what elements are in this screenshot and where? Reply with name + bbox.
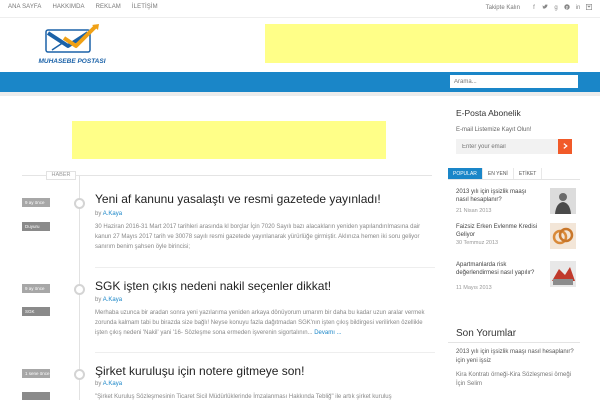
- recent-comment-item[interactable]: 2013 yılı için işsizlik maaşı nasıl hesa…: [456, 348, 576, 365]
- google-plus-icon[interactable]: g: [553, 5, 559, 11]
- byline-prefix: by: [95, 381, 102, 387]
- twitter-icon[interactable]: [542, 4, 548, 12]
- timeline-dot: [74, 198, 85, 209]
- rss-icon[interactable]: [586, 4, 592, 12]
- popular-post-date: 30 Temmuz 2013: [456, 240, 499, 246]
- post-excerpt-text: Merhaba uzunca bir aradan sonra yeni yaz…: [95, 310, 425, 336]
- post-title[interactable]: Yeni af kanunu yasalaştı ve resmi gazete…: [95, 192, 381, 206]
- post-byline: by A.Kaya: [95, 211, 122, 217]
- follow-label: Takipte Kalın: [485, 5, 520, 11]
- facebook-icon[interactable]: f: [531, 5, 537, 11]
- popular-post-item[interactable]: 2013 yılı için işsizlik maaşı nasıl hesa…: [456, 188, 580, 222]
- timeline-divider: [22, 175, 432, 176]
- byline-prefix: by: [95, 297, 102, 303]
- recent-comments-divider: [448, 342, 580, 343]
- post-excerpt: Merhaba uzunca bir aradan sonra yeni yaz…: [95, 308, 435, 338]
- header-ad-banner[interactable]: [265, 24, 578, 63]
- popular-post-title[interactable]: 2013 yılı için işsizlik maaşı nasıl hesa…: [456, 188, 540, 204]
- tab-popular[interactable]: POPULAR: [448, 168, 483, 179]
- post-excerpt: "Şirket Kuruluş Sözleşmesinin Ticaret Si…: [95, 394, 392, 400]
- post-age-badge: 9 ay önce: [22, 198, 50, 207]
- popular-post-title[interactable]: Faizsiz Erken Evlenme Kredisi Geliyor: [456, 223, 540, 239]
- search-input[interactable]: [450, 75, 578, 88]
- popular-post-date: 21 Nisan 2013: [456, 208, 492, 214]
- tab-newest[interactable]: EN YENİ: [483, 168, 514, 179]
- email-widget-description: E-mail Listemize Kayıt Olun!: [456, 127, 532, 133]
- tab-tags[interactable]: ETİKET: [514, 168, 543, 179]
- arrow-right-icon: [563, 143, 568, 149]
- post-title[interactable]: SGK işten çıkış nedeni nakil seçenler di…: [95, 279, 331, 293]
- content-ad-banner[interactable]: [72, 121, 386, 159]
- sidebar-tabs: POPULAR EN YENİ ETİKET: [448, 168, 580, 180]
- recent-comments-title: Son Yorumlar: [456, 328, 517, 339]
- site-logo[interactable]: MUHASEBE POSTASI: [22, 24, 122, 66]
- timeline-label: HABER: [46, 171, 76, 180]
- post-category-badge[interactable]: Duyuru: [22, 222, 50, 231]
- linkedin-icon[interactable]: in: [575, 5, 581, 11]
- popular-post-item[interactable]: Apartmanlarda risk değerlendirmesi nasıl…: [456, 261, 580, 295]
- post-author-link[interactable]: A.Kaya: [103, 297, 122, 303]
- logo-text: MUHASEBE POSTASI: [38, 58, 106, 65]
- post-category-badge[interactable]: SGK: [22, 307, 50, 316]
- post-separator: [95, 267, 435, 268]
- popular-post-title[interactable]: Apartmanlarda risk değerlendirmesi nasıl…: [456, 261, 540, 277]
- post-excerpt: 30 Haziran 2016-31 Mart 2017 tarihleri a…: [95, 224, 421, 250]
- popular-post-date: 11 Mayıs 2013: [456, 285, 492, 291]
- timeline-dot: [74, 284, 85, 295]
- post-author-link[interactable]: A.Kaya: [103, 381, 122, 387]
- sidebar: E-Posta Abonelik E-mail Listemize Kayıt …: [448, 96, 580, 400]
- timeline-dot: [74, 369, 85, 380]
- email-widget-title: E-Posta Abonelik: [456, 108, 521, 118]
- post-age-badge: 1 sene önce: [22, 369, 50, 378]
- nav-link-about[interactable]: HAKKIMDA: [52, 4, 84, 10]
- post-author-link[interactable]: A.Kaya: [103, 211, 122, 217]
- post-separator: [95, 352, 435, 353]
- popular-post-item[interactable]: Faizsiz Erken Evlenme Kredisi Geliyor 30…: [456, 223, 580, 257]
- pinterest-icon[interactable]: p: [564, 4, 570, 12]
- post-age-badge: 9 ay önce: [22, 284, 50, 293]
- top-bar: ANA SAYFA HAKKIMDA REKLAM İLETİŞİM Takip…: [0, 0, 600, 18]
- byline-prefix: by: [95, 211, 102, 217]
- read-more-link[interactable]: Devamı ...: [314, 330, 341, 336]
- nav-link-home[interactable]: ANA SAYFA: [8, 4, 41, 10]
- popular-post-thumbnail[interactable]: [550, 261, 576, 287]
- social-follow: Takipte Kalın f g p in: [486, 4, 592, 12]
- email-subscribe-button[interactable]: [558, 139, 572, 154]
- post-category-badge[interactable]: [22, 392, 50, 400]
- post-byline: by A.Kaya: [95, 297, 122, 303]
- popular-post-thumbnail[interactable]: [550, 223, 576, 249]
- nav-link-ads[interactable]: REKLAM: [96, 4, 121, 10]
- top-nav: ANA SAYFA HAKKIMDA REKLAM İLETİŞİM: [8, 4, 169, 10]
- logo-mark-icon: [45, 24, 99, 53]
- nav-link-contact[interactable]: İLETİŞİM: [132, 4, 158, 10]
- popular-post-thumbnail[interactable]: [550, 188, 576, 214]
- email-subscribe-input[interactable]: [456, 139, 562, 154]
- post-title[interactable]: Şirket kuruluşu için notere gitmeye son!: [95, 364, 304, 378]
- recent-comment-item[interactable]: Kira Kontratı örneği-Kira Sözleşmesi örn…: [456, 371, 576, 388]
- post-byline: by A.Kaya: [95, 381, 122, 387]
